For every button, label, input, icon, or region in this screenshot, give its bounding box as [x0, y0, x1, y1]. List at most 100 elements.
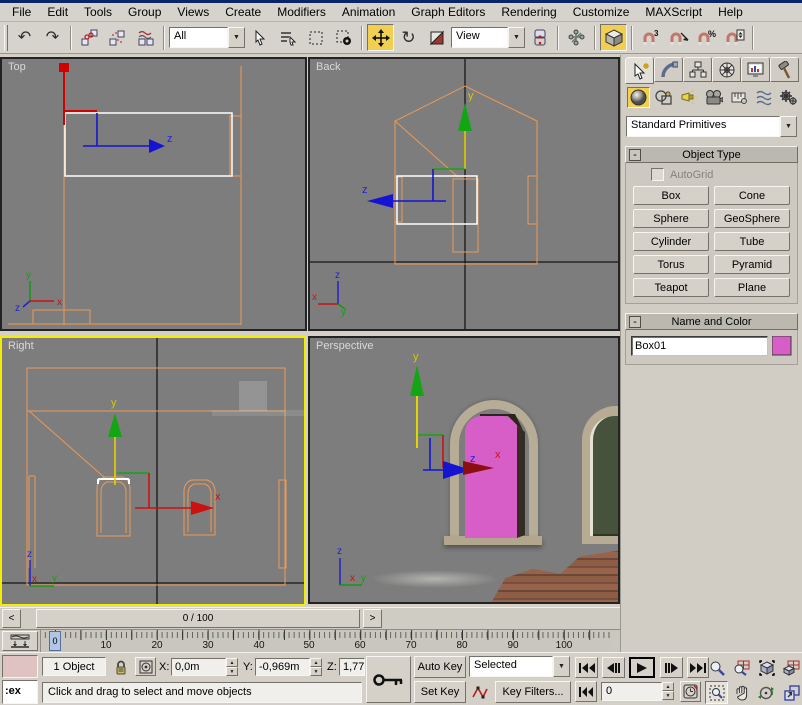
plane-button[interactable]: Plane	[714, 278, 790, 297]
mini-curve-editor-button[interactable]	[2, 631, 38, 651]
previous-frame-button[interactable]	[602, 657, 625, 678]
auto-key-button[interactable]: Auto Key	[414, 656, 466, 678]
menu-group[interactable]: Group	[120, 4, 169, 20]
maxscript-listener-field[interactable]: :ex	[2, 680, 38, 704]
time-slider-next-button[interactable]: >	[363, 609, 382, 628]
dropdown-arrow-icon[interactable]: ▼	[780, 116, 797, 137]
menu-rendering[interactable]: Rendering	[493, 4, 564, 20]
category-systems-button[interactable]	[777, 87, 800, 108]
menu-maxscript[interactable]: MAXScript	[637, 4, 710, 20]
name-color-rollout-header[interactable]: - Name and Color	[625, 313, 798, 330]
tab-motion[interactable]	[712, 57, 741, 82]
play-button[interactable]	[629, 657, 655, 678]
viewport-back[interactable]: Back y z z x y	[308, 57, 620, 331]
viewport-perspective[interactable]: Perspective y z x z x y	[308, 336, 620, 604]
pan-button[interactable]	[730, 681, 753, 704]
select-and-move-button[interactable]	[367, 24, 394, 51]
tube-button[interactable]: Tube	[714, 232, 790, 251]
object-color-swatch[interactable]	[772, 336, 792, 356]
y-spinner[interactable]: ▲▼	[310, 658, 322, 676]
dropdown-arrow-icon[interactable]: ▼	[553, 656, 570, 677]
go-to-start-button[interactable]	[575, 657, 598, 678]
select-and-manipulate-button[interactable]	[563, 24, 590, 51]
select-and-scale-button[interactable]	[423, 24, 450, 51]
use-pivot-center-button[interactable]	[526, 24, 553, 51]
pyramid-button[interactable]: Pyramid	[714, 255, 790, 274]
category-helpers-button[interactable]	[727, 87, 750, 108]
current-frame-field[interactable]: 0	[601, 682, 662, 701]
menu-file[interactable]: File	[4, 4, 39, 20]
z-coordinate-field[interactable]: 1,773m	[339, 658, 365, 676]
category-shapes-button[interactable]	[652, 87, 675, 108]
angle-snap-button[interactable]	[665, 24, 692, 51]
geosphere-button[interactable]: GeoSphere	[714, 209, 790, 228]
toolbar-grip[interactable]	[4, 25, 8, 51]
select-by-name-button[interactable]	[274, 24, 301, 51]
cylinder-button[interactable]: Cylinder	[633, 232, 709, 251]
select-object-button[interactable]	[246, 24, 273, 51]
box01-object[interactable]	[465, 416, 517, 538]
selection-filter-dropdown[interactable]: All ▼	[169, 27, 245, 48]
tab-utilities[interactable]	[770, 57, 799, 82]
viewport-top[interactable]: Top z y x z	[0, 57, 307, 331]
teapot-button[interactable]: Teapot	[633, 278, 709, 297]
category-lights-button[interactable]	[677, 87, 700, 108]
time-slider-handle[interactable]: 0 / 100	[36, 609, 360, 628]
box-button[interactable]: Box	[633, 186, 709, 205]
selection-lock-toggle[interactable]	[111, 657, 130, 676]
y-coordinate-field[interactable]: -0,969m	[255, 658, 310, 676]
menu-tools[interactable]: Tools	[76, 4, 120, 20]
zoom-button[interactable]	[705, 656, 728, 679]
select-and-rotate-button[interactable]: ↻	[395, 24, 422, 51]
key-mode-toggle-button[interactable]	[575, 681, 597, 702]
set-keys-button[interactable]	[366, 656, 411, 703]
snap-toggle-3d-button[interactable]: 3	[637, 24, 664, 51]
bind-to-space-warp-button[interactable]	[132, 24, 159, 51]
current-frame-marker[interactable]: 0	[49, 631, 61, 651]
undo-button[interactable]: ↶	[11, 24, 38, 51]
viewport-right[interactable]: Right y x z	[0, 336, 306, 606]
unlink-selection-button[interactable]	[104, 24, 131, 51]
dropdown-arrow-icon[interactable]: ▼	[228, 27, 245, 48]
macro-recorder-field[interactable]	[2, 655, 38, 678]
time-slider-prev-button[interactable]: <	[2, 609, 21, 628]
category-spacewarps-button[interactable]	[752, 87, 775, 108]
x-spinner[interactable]: ▲▼	[226, 658, 238, 676]
object-type-rollout-header[interactable]: - Object Type	[625, 146, 798, 163]
maximize-viewport-toggle[interactable]	[780, 681, 802, 704]
menu-create[interactable]: Create	[217, 4, 269, 20]
menu-views[interactable]: Views	[169, 4, 217, 20]
tab-modify[interactable]	[654, 57, 683, 82]
zoom-all-button[interactable]	[730, 656, 753, 679]
x-coordinate-field[interactable]: 0,0m	[171, 658, 226, 676]
next-frame-button[interactable]	[660, 657, 683, 678]
select-and-link-button[interactable]	[76, 24, 103, 51]
reference-coordinate-dropdown[interactable]: View ▼	[451, 27, 525, 48]
menu-animation[interactable]: Animation	[334, 4, 403, 20]
rectangular-selection-region-button[interactable]	[302, 24, 329, 51]
category-geometry-button[interactable]	[627, 87, 650, 108]
menu-edit[interactable]: Edit	[39, 4, 76, 20]
window-crossing-button[interactable]	[330, 24, 357, 51]
torus-button[interactable]: Torus	[633, 255, 709, 274]
zoom-region-button[interactable]	[705, 681, 728, 704]
menu-modifiers[interactable]: Modifiers	[269, 4, 334, 20]
percent-snap-button[interactable]: %	[693, 24, 720, 51]
arc-rotate-button[interactable]	[755, 681, 778, 704]
menu-graph-editors[interactable]: Graph Editors	[403, 4, 493, 20]
object-name-input[interactable]: Box01	[631, 336, 768, 356]
key-filters-button[interactable]: Key Filters...	[495, 681, 571, 703]
zoom-extents-button[interactable]	[755, 656, 778, 679]
time-configuration-button[interactable]	[680, 681, 701, 702]
autogrid-checkbox[interactable]	[651, 168, 664, 181]
tab-display[interactable]	[741, 57, 770, 82]
snaps-cube-toggle[interactable]	[600, 24, 627, 51]
tab-create[interactable]	[625, 57, 654, 84]
tab-hierarchy[interactable]	[683, 57, 712, 82]
absolute-mode-toggle[interactable]	[135, 657, 156, 676]
redo-button[interactable]: ↷	[39, 24, 66, 51]
track-bar-ruler[interactable]: 0 10 20 30 40 50 60 70 80 90 100 0	[40, 630, 612, 653]
category-cameras-button[interactable]	[702, 87, 725, 108]
dropdown-arrow-icon[interactable]: ▼	[508, 27, 525, 48]
set-key-button[interactable]: Set Key	[414, 681, 466, 703]
